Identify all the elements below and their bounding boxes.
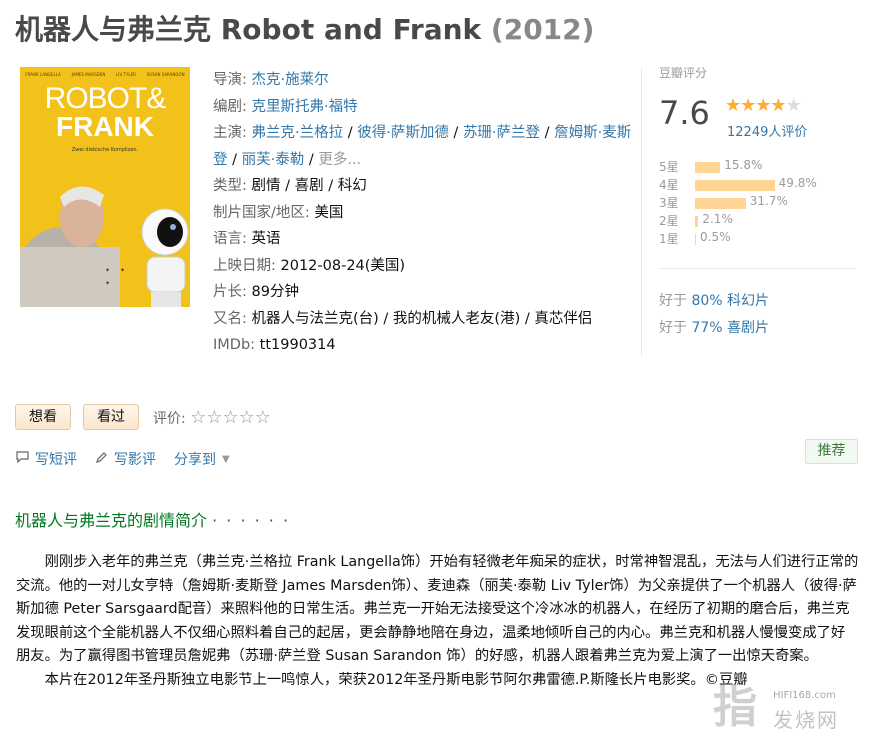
comment-icon [16,451,29,467]
rating-distribution-row: 3星 31.7% [659,194,859,212]
rate-star-icon[interactable]: ☆ [190,407,206,428]
info-imdb: IMDb: tt1990314 [213,337,336,353]
director-link[interactable]: 杰克·施莱尔 [252,72,329,88]
rating-distribution-row: 1星 0.5% [659,230,859,248]
rating-distribution-row: 4星 49.8% [659,176,859,194]
my-rating: 评价: ☆☆☆☆☆ [153,407,271,428]
synopsis-heading: 机器人与弗兰克的剧情简介 · · · · · · [15,511,291,530]
better-than: 好于 80% 科幻片 好于 77% 喜剧片 [659,288,769,342]
rating-header: 豆瓣评分 [659,66,708,80]
rating-percent: 15.8% [724,158,763,172]
star-icon: ★ [770,95,786,116]
movie-info: 导演: 杰克·施莱尔 编剧: 克里斯托弗·福特 主演: 弗兰克·兰格拉 / 彼得… [213,67,638,359]
info-cast: 主演: 弗兰克·兰格拉 / 彼得·萨斯加德 / 苏珊·萨兰登 / 詹姆斯·麦斯登… [213,125,632,168]
rating-bar [695,234,696,245]
info-aka: 又名: 机器人与法兰克(台) / 我的机械人老友(港) / 真芯伴侣 [213,310,593,327]
rating-level-label: 3星 [659,196,679,210]
svg-text:✦: ✦ [120,267,125,274]
rating-percent: 2.1% [702,212,733,226]
divider [659,268,855,269]
rating-bar [695,180,775,191]
watermark-site: HIFI168.com [773,690,836,701]
recommend-button[interactable]: 推荐 [805,439,858,464]
cast-link[interactable]: 弗兰克·兰格拉 [252,125,344,141]
rating-bar [695,216,699,227]
better-than-row: 好于 77% 喜剧片 [659,320,770,336]
info-release: 上映日期: 2012-08-24(美国) [213,257,406,274]
better-than-row: 好于 80% 科幻片 [659,293,770,309]
star-icon: ★ [755,95,771,116]
rating-bar [695,198,746,209]
watermark-text: 发烧网 [773,708,839,732]
rating-level-label: 1星 [659,232,679,246]
poster-art: ✦ ✦ ✦ [20,186,189,307]
movie-poster[interactable]: FRANK LANGELLA JAMES MARSDEN LIV TYLER S… [20,67,190,307]
write-review-button[interactable]: 写影评 [95,449,156,469]
info-writer: 编剧: 克里斯托弗·福特 [213,98,358,115]
rating-percent: 0.5% [700,230,731,244]
cast-link[interactable]: 丽芙·泰勒 [242,152,305,168]
rating-stars: ★★★★★ [725,95,802,116]
rating-count-link[interactable]: 12249人评价 [727,121,807,140]
action-bar: 想看 看过 评价: ☆☆☆☆☆ [15,404,271,430]
cast-link[interactable]: 彼得·萨斯加德 [357,125,449,141]
info-director: 导演: 杰克·施莱尔 [213,72,329,88]
caret-down-icon: ▼ [222,453,230,465]
rating-score: 7.6 [659,94,710,132]
rating-percent: 31.7% [749,194,788,208]
short-review-button[interactable]: 写短评 [16,449,77,469]
rating-percent: 49.8% [778,176,817,190]
svg-text:✦: ✦ [105,280,110,287]
page-title: 机器人与弗兰克 Robot and Frank (2012) [15,8,594,48]
watermark-logo: 指 HIFI168.com 发烧网 [713,686,863,734]
pencil-icon [95,451,108,468]
watermark-glyph: 指 [713,682,757,733]
star-icon: ★ [785,95,802,116]
want-to-watch-button[interactable]: 想看 [15,404,71,430]
watched-button[interactable]: 看过 [83,404,139,430]
my-rating-label: 评价: [153,410,186,427]
info-genre: 类型: 剧情 / 喜剧 / 科幻 [213,178,367,194]
divider [641,67,642,357]
star-icon: ★ [740,95,756,116]
social-bar: 写短评 写影评 分享到 ▼ [16,449,248,469]
rate-star-icon[interactable]: ☆ [255,407,271,428]
rating-level-label: 4星 [659,178,679,192]
rate-star-icon[interactable]: ☆ [239,407,255,428]
rate-star-icon[interactable]: ☆ [222,407,238,428]
better-than-link[interactable]: 80% 科幻片 [691,293,769,309]
synopsis-paragraph: 刚刚步入老年的弗兰克（弗兰克·兰格拉 Frank Langella饰）开始有轻微… [16,554,859,665]
svg-text:✦: ✦ [105,267,110,274]
rating-level-label: 5星 [659,160,679,174]
rating-panel: 豆瓣评分 7.6 ★★★★★ 12249人评价 5星 15.8% 4星 49.8% 3星… [659,64,859,246]
better-than-link[interactable]: 77% 喜剧片 [691,320,769,336]
movie-title: 机器人与弗兰克 Robot and Frank [15,13,482,46]
info-language: 语言: 英语 [213,231,281,247]
rating-distribution: 5星 15.8% 4星 49.8% 3星 31.7% 2星 2.1% 1星 0.5% [659,158,859,248]
rating-distribution-row: 2星 2.1% [659,212,859,230]
star-icon: ★ [725,95,741,116]
rate-star-icon[interactable]: ☆ [206,407,222,428]
rating-bar [695,162,721,173]
cast-link[interactable]: 苏珊·萨兰登 [463,125,540,141]
info-country: 制片国家/地区: 美国 [213,204,344,221]
movie-year: (2012) [490,13,595,46]
writer-link[interactable]: 克里斯托弗·福特 [252,99,358,115]
synopsis: 刚刚步入老年的弗兰克（弗兰克·兰格拉 Frank Langella饰）开始有轻微… [16,551,859,693]
rating-level-label: 2星 [659,214,679,228]
rating-distribution-row: 5星 15.8% [659,158,859,176]
info-runtime: 片长: 89分钟 [213,284,299,300]
share-dropdown[interactable]: 分享到 ▼ [174,449,230,469]
cast-more-link[interactable]: 更多... [318,152,361,168]
